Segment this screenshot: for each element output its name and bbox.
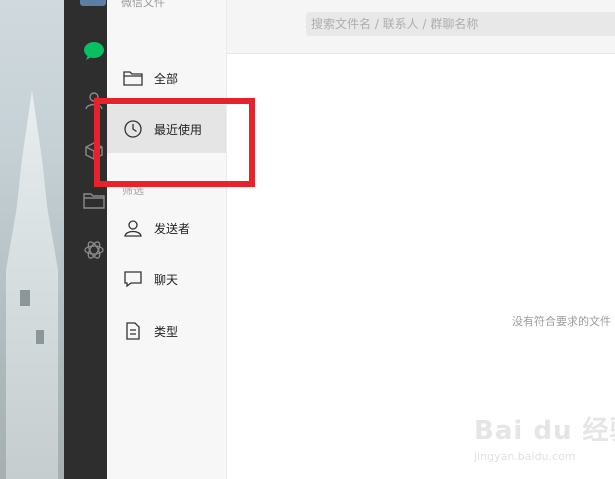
- sidebar-item-label: 聊天: [154, 272, 179, 287]
- watermark-brand: Bai du 经验: [474, 416, 615, 446]
- desktop-wallpaper: [0, 0, 64, 479]
- person-icon: [123, 218, 143, 238]
- window-title: 微信文件: [121, 0, 165, 9]
- wallpaper-window: [36, 330, 44, 344]
- empty-state-text: 没有符合要求的文件: [512, 315, 611, 328]
- sidebar-item-label: 全部: [154, 71, 179, 86]
- sidebar-item-chat[interactable]: 聊天: [107, 255, 226, 303]
- wallpaper-building: [6, 90, 58, 479]
- watermark-url: jingyan.baidu.com: [474, 450, 576, 463]
- mini-program-icon[interactable]: [83, 239, 105, 261]
- sidebar-item-label: 类型: [154, 324, 179, 339]
- watermark: Bai du 经验 jingyan.baidu.com: [474, 410, 615, 470]
- filter-sidebar: 微信文件 全部 最近使用 筛选 发送者 聊天 类型: [107, 0, 227, 479]
- document-icon: [123, 321, 143, 341]
- file-list-area: 没有符合要求的文件: [227, 0, 615, 479]
- sidebar-item-all[interactable]: 全部: [107, 54, 226, 102]
- nav-rail: [64, 0, 107, 479]
- wallpaper-window: [20, 290, 30, 306]
- sidebar-item-type[interactable]: 类型: [107, 307, 226, 355]
- top-bar: [227, 0, 615, 54]
- highlight-box: [94, 98, 255, 187]
- sidebar-item-label: 发送者: [154, 221, 191, 236]
- chat-bubble-icon: [123, 269, 143, 289]
- folder-icon: [123, 68, 143, 88]
- folder-icon[interactable]: [83, 189, 105, 211]
- search-input[interactable]: [306, 12, 615, 36]
- sidebar-item-sender[interactable]: 发送者: [107, 204, 226, 252]
- avatar[interactable]: [80, 0, 106, 6]
- chat-icon[interactable]: [83, 40, 105, 62]
